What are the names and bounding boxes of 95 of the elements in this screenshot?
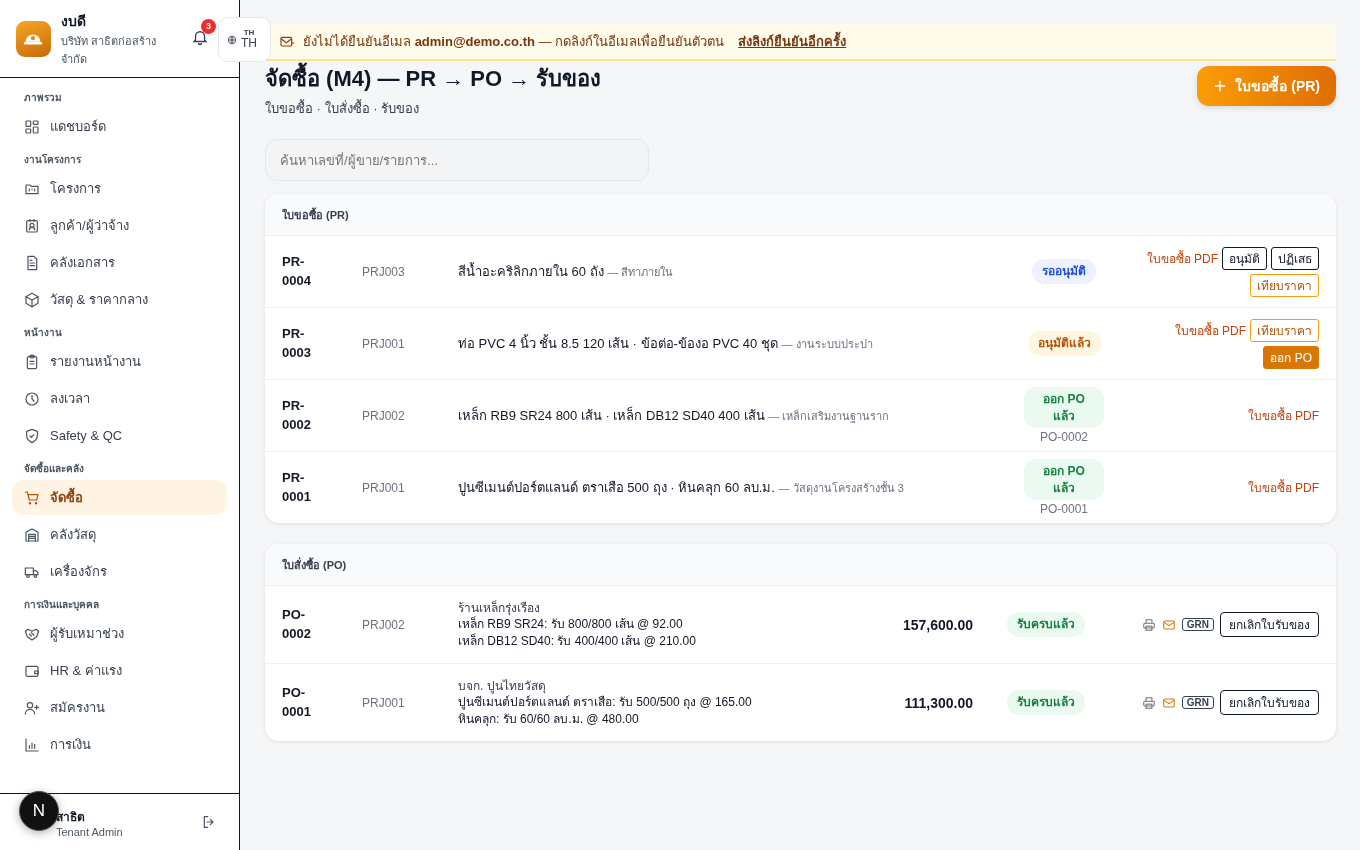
project-code: PRJ001 (362, 336, 406, 351)
cancel-receipt-button[interactable]: ยกเลิกใบรับของ (1220, 612, 1319, 637)
search-field[interactable]: ค้นหาเลขที่/ผู้ขาย/รายการ... (265, 139, 649, 181)
item-description: ท่อ PVC 4 นิ้ว ชั้น 8.5 120 เส้น · ข้อต่อ-ข้องอ PVC 40 ชุด — งานระบบประปา (458, 333, 874, 354)
grid-icon (24, 118, 40, 135)
app-name: งบดี (60, 11, 87, 31)
add-user-icon (24, 699, 40, 716)
id-badge-icon (24, 217, 40, 234)
grn-button[interactable]: GRN (1181, 618, 1214, 631)
project-code: PRJ001 (362, 480, 406, 495)
action-button[interactable]: เทียบราคา (1250, 273, 1319, 297)
grn-button[interactable]: GRN (1181, 696, 1214, 709)
project-code: PRJ003 (362, 264, 406, 279)
document-number: PR-0001 (282, 468, 312, 506)
mail-icon[interactable] (1161, 695, 1176, 710)
document-number: PO-0001 (282, 683, 312, 721)
action-button[interactable]: ใบขอซื้อ PDF (1174, 318, 1246, 342)
po-reference: PO-0002 (1040, 430, 1088, 445)
section-heading: งานโครงการ (23, 153, 82, 167)
globe-icon (227, 34, 237, 45)
amount: 111,300.00 (903, 694, 973, 711)
received-line: ปูนซีเมนต์ปอร์ตแลนด์ ตราเสือ: รับ 500/500 ถุง @ 165.00 (458, 694, 753, 711)
clipboard-icon (24, 353, 40, 370)
vendor-name: ร้านเหล็กรุ่งเรือง (458, 600, 541, 617)
action-button[interactable]: ใบขอซื้อ PDF (1247, 405, 1319, 426)
page-subtitle: ใบขอซื้อ · ใบสั่งซื้อ · รับของ (265, 98, 421, 118)
action-button[interactable]: อนุมัติ (1222, 246, 1267, 270)
sidebar-item[interactable]: การเงิน (12, 727, 227, 762)
banner-message: ยังไม่ได้ยืนยันอีเมล admin@demo.co.th — กดลิงก์ในอีเมลเพื่อยืนยันตัวตน (303, 32, 725, 51)
sidebar-item[interactable]: แดชบอร์ด (12, 109, 227, 144)
bar-chart-icon (24, 736, 40, 753)
document-number: PR-0003 (282, 324, 312, 362)
action-button[interactable]: ใบขอซื้อ PDF (1146, 246, 1218, 270)
project-code: PRJ002 (362, 408, 406, 423)
document-number: PO-0002 (282, 605, 312, 643)
sidebar-item[interactable]: Safety & QC (12, 418, 227, 453)
mail-icon[interactable] (1161, 617, 1176, 632)
sidebar-item[interactable]: ลูกค้า/ผู้ว่าจ้าง (12, 208, 227, 243)
sidebar-item[interactable]: รายงานหน้างาน (12, 344, 227, 379)
status-badge: ออก PO แล้ว (1024, 458, 1104, 501)
amount: 157,600.00 (901, 616, 973, 633)
section-heading: ภาพรวม (23, 91, 63, 105)
clock-icon (24, 390, 40, 407)
user-role: Tenant Admin (56, 825, 123, 838)
page-title: จัดซื้อ (M4) — PR → PO → รับของ (265, 61, 602, 96)
status-badge: รับครบแล้ว (1007, 690, 1085, 715)
sidebar-item[interactable]: HR & ค่าแรง (12, 653, 227, 688)
card-title: ใบสั่งซื้อ (PO) (265, 544, 1336, 586)
received-line: หินคลุก: รับ 60/60 ลบ.ม. @ 480.00 (458, 710, 640, 727)
box-icon (24, 291, 40, 308)
project-code: PRJ001 (362, 695, 406, 710)
status-badge: อนุมัติแล้ว (1027, 331, 1101, 356)
sidebar-item[interactable]: โครงการ (12, 171, 227, 206)
status-badge: รออนุมัติ (1032, 259, 1096, 284)
sidebar-item[interactable]: คลังวัสดุ (12, 517, 227, 552)
po-reference: PO-0001 (1040, 502, 1088, 517)
document-icon (24, 254, 40, 271)
card-title: ใบขอซื้อ (PR) (265, 194, 1336, 236)
section-heading: จัดซื้อและคลัง (23, 460, 85, 476)
sidebar-item[interactable]: ผู้รับเหมาช่วง (12, 616, 227, 651)
project-code: PRJ002 (362, 617, 406, 632)
section-heading: การเงินและบุคคล (23, 598, 100, 613)
resend-link[interactable]: ส่งลิงก์ยืนยันอีกครั้ง (738, 31, 847, 52)
item-description: เหล็ก RB9 SR24 800 เส้น · เหล็ก DB12 SD40 400 เส้น — เหล็กเสริมงานฐานราก (458, 405, 891, 425)
language-button[interactable]: TH TH (218, 17, 271, 62)
user-name: สาธิต (56, 808, 86, 826)
action-button[interactable]: ใบขอซื้อ PDF (1247, 477, 1319, 498)
action-button[interactable]: เทียบราคา (1250, 318, 1319, 342)
sidebar-item[interactable]: สมัครงาน (12, 690, 227, 725)
status-badge: รับครบแล้ว (1007, 612, 1085, 637)
sidebar-item[interactable]: วัสดุ & ราคากลาง (12, 282, 227, 317)
warehouse-icon (24, 526, 40, 543)
received-line: เหล็ก DB12 SD40: รับ 400/400 เส้น @ 210.00 (458, 632, 697, 649)
action-button[interactable]: ปฏิเสธ (1271, 246, 1319, 270)
document-number: PR-0004 (282, 252, 312, 290)
cart-icon (24, 489, 40, 506)
company-name: บริษัท สาธิตก่อสร้าง จำกัด (60, 33, 157, 67)
plus-icon (1213, 79, 1228, 93)
received-line: เหล็ก RB9 SR24: รับ 800/800 เส้น @ 92.00 (458, 616, 684, 633)
section-heading: หน้างาน (23, 326, 63, 340)
cancel-receipt-button[interactable]: ยกเลิกใบรับของ (1220, 690, 1319, 715)
sidebar-item[interactable]: เครื่องจักร (12, 554, 227, 589)
shield-icon (24, 427, 40, 444)
print-icon[interactable] (1141, 617, 1156, 632)
sidebar-item[interactable]: คลังเอกสาร (12, 245, 227, 280)
sidebar-item[interactable]: จัดซื้อ (12, 480, 227, 515)
document-number: PR-0002 (282, 396, 312, 434)
helmet-logo-icon (16, 20, 51, 57)
item-description: สีน้ำอะคริลิกภายใน 60 ถัง — สีทาภายใน (458, 261, 675, 281)
notification-count: 3 (201, 18, 216, 34)
vendor-name: บจก. ปูนไทยวัสดุ (458, 678, 547, 695)
print-icon[interactable] (1141, 695, 1156, 710)
item-description: ปูนซีเมนต์ปอร์ตแลนด์ ตราเสือ 500 ถุง · หินคลุก 60 ลบ.ม. — วัสดุงานโครงสร้างชั้น 3 (458, 479, 905, 498)
sidebar-item[interactable]: ลงเวลา (12, 381, 227, 416)
status-badge: ออก PO แล้ว (1024, 386, 1104, 429)
